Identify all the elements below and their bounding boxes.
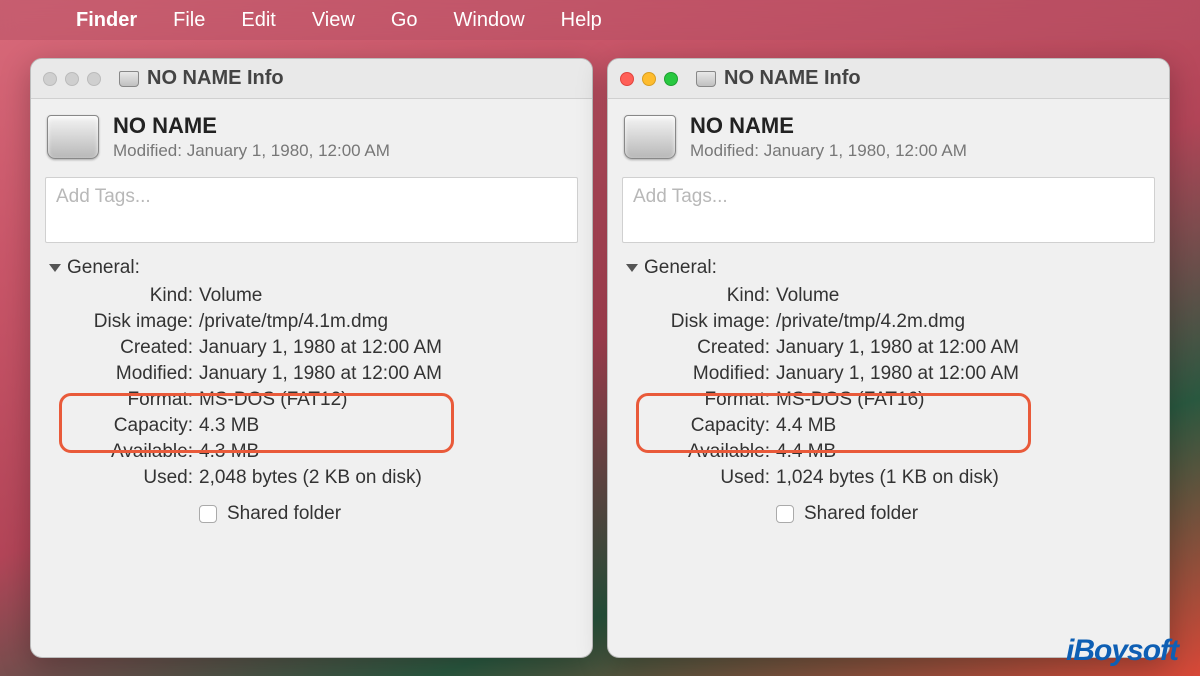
used-value: 1,024 bytes (1 KB on disk)	[776, 467, 1151, 489]
minimize-icon[interactable]	[642, 72, 656, 86]
general-fields: Kind: Volume Disk image: /private/tmp/4.…	[626, 285, 1151, 489]
watermark-logo: iBoysoft	[1066, 634, 1178, 668]
menu-window[interactable]: Window	[442, 9, 537, 32]
info-window-right: NO NAME Info NO NAME Modified: January 1…	[607, 58, 1170, 658]
diskimage-value: /private/tmp/4.2m.dmg	[776, 311, 1151, 333]
general-fields: Kind: Volume Disk image: /private/tmp/4.…	[49, 285, 574, 489]
close-icon[interactable]	[43, 72, 57, 86]
diskimage-value: /private/tmp/4.1m.dmg	[199, 311, 574, 333]
traffic-lights	[43, 72, 101, 86]
menu-edit[interactable]: Edit	[229, 9, 287, 32]
titlebar[interactable]: NO NAME Info	[31, 59, 592, 99]
capacity-value: 4.4 MB	[776, 415, 1151, 437]
modified-summary: Modified: January 1, 1980, 12:00 AM	[113, 141, 390, 161]
volume-name: NO NAME	[690, 113, 967, 139]
window-title: NO NAME Info	[147, 67, 284, 90]
general-section: General: Kind: Volume Disk image: /priva…	[608, 247, 1169, 531]
kind-value: Volume	[199, 285, 574, 307]
drive-icon	[696, 71, 716, 87]
tags-input[interactable]: Add Tags...	[45, 177, 578, 243]
window-title: NO NAME Info	[724, 67, 861, 90]
drive-icon	[624, 115, 676, 159]
format-label: Format:	[53, 389, 193, 411]
titlebar[interactable]: NO NAME Info	[608, 59, 1169, 99]
format-value: MS-DOS (FAT12)	[199, 389, 574, 411]
chevron-down-icon	[626, 264, 638, 272]
shared-folder-label: Shared folder	[227, 503, 341, 525]
available-label: Available:	[630, 441, 770, 463]
zoom-icon[interactable]	[87, 72, 101, 86]
volume-name: NO NAME	[113, 113, 390, 139]
minimize-icon[interactable]	[65, 72, 79, 86]
section-header-general[interactable]: General:	[626, 257, 1151, 279]
capacity-value: 4.3 MB	[199, 415, 574, 437]
created-label: Created:	[53, 337, 193, 359]
kind-value: Volume	[776, 285, 1151, 307]
created-value: January 1, 1980 at 12:00 AM	[776, 337, 1151, 359]
modified-summary: Modified: January 1, 1980, 12:00 AM	[690, 141, 967, 161]
format-value: MS-DOS (FAT16)	[776, 389, 1151, 411]
available-label: Available:	[53, 441, 193, 463]
diskimage-label: Disk image:	[630, 311, 770, 333]
menubar: Finder File Edit View Go Window Help	[0, 0, 1200, 40]
general-section: General: Kind: Volume Disk image: /priva…	[31, 247, 592, 531]
modified-value: January 1, 1980 at 12:00 AM	[199, 363, 574, 385]
created-value: January 1, 1980 at 12:00 AM	[199, 337, 574, 359]
menu-view[interactable]: View	[300, 9, 367, 32]
menu-file[interactable]: File	[161, 9, 217, 32]
modified-label: Modified:	[630, 363, 770, 385]
section-label: General:	[67, 257, 140, 279]
chevron-down-icon	[49, 264, 61, 272]
volume-header: NO NAME Modified: January 1, 1980, 12:00…	[608, 99, 1169, 171]
volume-header: NO NAME Modified: January 1, 1980, 12:00…	[31, 99, 592, 171]
close-icon[interactable]	[620, 72, 634, 86]
traffic-lights	[620, 72, 678, 86]
kind-label: Kind:	[53, 285, 193, 307]
shared-folder-row: Shared folder	[49, 489, 574, 525]
zoom-icon[interactable]	[664, 72, 678, 86]
section-label: General:	[644, 257, 717, 279]
menu-help[interactable]: Help	[549, 9, 614, 32]
diskimage-label: Disk image:	[53, 311, 193, 333]
format-label: Format:	[630, 389, 770, 411]
created-label: Created:	[630, 337, 770, 359]
info-window-left: NO NAME Info NO NAME Modified: January 1…	[30, 58, 593, 658]
available-value: 4.4 MB	[776, 441, 1151, 463]
shared-folder-checkbox[interactable]	[199, 505, 217, 523]
section-header-general[interactable]: General:	[49, 257, 574, 279]
used-label: Used:	[53, 467, 193, 489]
modified-label: Modified:	[53, 363, 193, 385]
capacity-label: Capacity:	[630, 415, 770, 437]
shared-folder-checkbox[interactable]	[776, 505, 794, 523]
used-value: 2,048 bytes (2 KB on disk)	[199, 467, 574, 489]
capacity-label: Capacity:	[53, 415, 193, 437]
tags-input[interactable]: Add Tags...	[622, 177, 1155, 243]
used-label: Used:	[630, 467, 770, 489]
shared-folder-row: Shared folder	[626, 489, 1151, 525]
available-value: 4.3 MB	[199, 441, 574, 463]
kind-label: Kind:	[630, 285, 770, 307]
modified-value: January 1, 1980 at 12:00 AM	[776, 363, 1151, 385]
drive-icon	[47, 115, 99, 159]
shared-folder-label: Shared folder	[804, 503, 918, 525]
menu-go[interactable]: Go	[379, 9, 430, 32]
menubar-app[interactable]: Finder	[64, 9, 149, 32]
drive-icon	[119, 71, 139, 87]
